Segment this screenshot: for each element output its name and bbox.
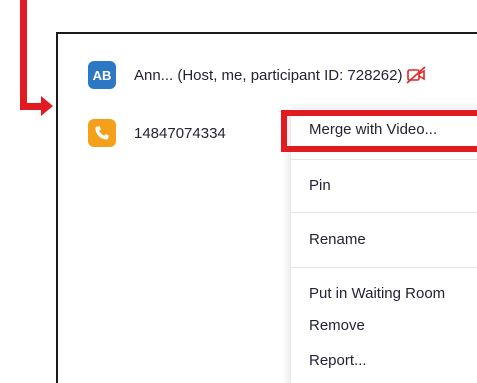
menu-item-put-in-waiting-room[interactable]: Put in Waiting Room — [309, 285, 445, 302]
annotation-arrow-vertical — [20, 0, 27, 110]
participant-name: Ann... (Host, me, participant ID: 728262… — [134, 66, 403, 84]
screenshot-stage: AB Ann... (Host, me, participant ID: 728… — [0, 0, 477, 383]
menu-divider — [291, 159, 477, 160]
avatar: AB — [88, 61, 116, 89]
menu-divider — [291, 267, 477, 268]
menu-item-merge-with-video[interactable]: Merge with Video... — [309, 121, 437, 138]
menu-divider — [291, 212, 477, 213]
participant-context-menu: Merge with Video... Pin Rename Put in Wa… — [291, 109, 477, 383]
menu-item-report[interactable]: Report... — [309, 352, 367, 369]
avatar-initials: AB — [92, 67, 112, 83]
participant-row-host[interactable]: AB Ann... (Host, me, participant ID: 728… — [88, 61, 427, 89]
menu-item-pin[interactable]: Pin — [309, 177, 331, 194]
participant-name: 14847074334 — [134, 124, 226, 142]
phone-icon — [95, 126, 109, 140]
annotation-arrow-head — [41, 96, 53, 116]
participant-row-phone[interactable]: 14847074334 — [88, 119, 226, 147]
menu-item-remove[interactable]: Remove — [309, 317, 365, 334]
camera-off-icon[interactable] — [406, 66, 427, 84]
menu-item-rename[interactable]: Rename — [309, 231, 366, 248]
avatar — [88, 119, 116, 147]
